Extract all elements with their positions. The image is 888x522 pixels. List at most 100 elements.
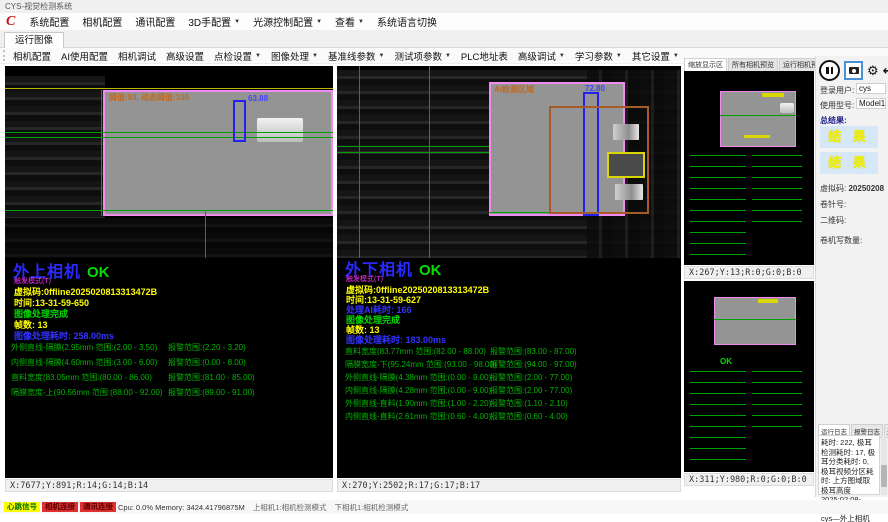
menu-item-system-config[interactable]: 系统配置 (29, 14, 69, 29)
tool-label: 相机配置 (13, 49, 51, 63)
pause-icon (831, 67, 834, 74)
connector-tab (257, 118, 303, 142)
thumb1-coords-bar: X:267;Y:13;R:0;G:0;B:0 (684, 266, 814, 279)
pause-icon (826, 67, 829, 74)
tab-strip: 运行图像 (0, 30, 888, 48)
log-scrollbar[interactable] (881, 435, 887, 495)
tool-advanced-settings[interactable]: 高级设置 (166, 49, 204, 63)
tool-label: PLC地址表 (461, 49, 508, 63)
toolbar-grip (3, 50, 8, 61)
measurement-name: 外侧直线-隔膜(4.38mm 范围:(0.00 - 9.00) (345, 372, 491, 383)
machinery-texture (5, 76, 105, 218)
green-measure-line (429, 66, 430, 258)
tool-other-settings[interactable]: 其它设置▼ (632, 49, 679, 63)
thumb-annotation-lines (752, 155, 802, 225)
login-user-label: 登录用户: (820, 85, 854, 96)
tool-learning-params[interactable]: 学习参数▼ (575, 49, 622, 63)
tool-label: 图像处理 (271, 49, 309, 63)
return-arrow-icon: ↩ (883, 63, 888, 78)
tool-label: 其它设置 (632, 49, 670, 63)
preview-tab-zoom[interactable]: 缩放显示区 (684, 58, 727, 71)
login-user-input[interactable]: cys (856, 83, 886, 94)
thumb-annotation-lines (690, 371, 746, 463)
camera-view-button[interactable] (844, 61, 863, 80)
app-window: CYS-视觉检测系统 C 系统配置 相机配置 通讯配置 3D手配置▼ 光源控制配… (0, 0, 888, 522)
log-scrollbar-thumb[interactable] (881, 465, 887, 487)
preview-thumb-2[interactable]: OK (684, 281, 814, 472)
preview-thumb-1[interactable] (684, 71, 814, 265)
tool-camera-config[interactable]: 相机配置 (13, 49, 51, 63)
tool-plc-address-table[interactable]: PLC地址表 (461, 49, 508, 63)
tool-label: 相机调试 (118, 49, 156, 63)
tab-run-image[interactable]: 运行图像 (4, 32, 64, 48)
tool-ai-usage-config[interactable]: AI使用配置 (61, 49, 108, 63)
measurement-name: 直料宽度(83.77mm 范围:(82.00 - 88.00) (345, 346, 486, 357)
chevron-down-icon: ▼ (673, 53, 679, 59)
pause-button[interactable] (819, 60, 840, 81)
barcode-label: 虚拟码: (820, 184, 846, 193)
tool-baseline-params[interactable]: 基准线参数▼ (328, 49, 384, 63)
measurement-name: 内侧直线-隔膜(4.60mm 范围:(3.00 - 6.00) (11, 357, 157, 368)
reset-button[interactable]: ↩ (883, 63, 888, 78)
green-measure-line (5, 210, 333, 211)
log-text-area[interactable]: 耗时: 222, 极耳检测耗时: 17, 极耳分类耗时: 0, 极耳视频分区耗时… (818, 435, 880, 495)
result-ok-badge: OK (87, 264, 110, 281)
green-measure-line (337, 146, 497, 147)
settings-button[interactable]: ⚙ (867, 63, 879, 78)
chevron-down-icon: ▼ (445, 53, 451, 59)
chevron-down-icon: ▼ (234, 19, 240, 25)
tool-label: 点检设置 (214, 49, 252, 63)
count-label: 卷机写数量: (820, 235, 862, 246)
measurement-name: 外侧直线-隔膜(2.95mm 范围:(2.00 - 3.50) (11, 342, 157, 353)
comm-link-status-badge: 通讯连接 (80, 502, 116, 512)
camera-link-status-badge: 相机连接 (42, 502, 78, 512)
tool-advanced-debug[interactable]: 高级调试▼ (518, 49, 565, 63)
green-measure-line (714, 319, 796, 320)
status-bar: 心跳信号 相机连接 通讯连接 Cpu: 0.0% Memory: 3424.41… (0, 500, 888, 514)
preview-tab-all-cameras[interactable]: 所有相机预览 (728, 58, 778, 71)
tool-camera-debug[interactable]: 相机调试 (118, 49, 156, 63)
thumb-annotation-lines (752, 371, 802, 431)
top-camera-mode-text: 上相机1:相机检测模式 (253, 502, 327, 513)
measurement-name: 内侧直线-直料(2.61mm 范围:(0.60 - 4.00) (345, 411, 491, 422)
menu-item-light-control[interactable]: 光源控制配置▼ (253, 14, 322, 29)
thumb-roi (720, 91, 796, 147)
chevron-down-icon: ▼ (316, 19, 322, 25)
measurement-alarm: 报警范围:(81.00 - 85.00) (168, 372, 255, 383)
green-measure-line (359, 66, 360, 258)
tool-test-params[interactable]: 测试项参数▼ (394, 49, 450, 63)
model-input[interactable]: Model1 (856, 98, 886, 109)
cpu-memory-text: Cpu: 0.0% Memory: 3424.41796875M (118, 503, 245, 512)
menu-item-language-switch[interactable]: 系统语言切换 (377, 14, 437, 29)
menu-label: 光源控制配置 (253, 14, 313, 29)
thumb-roi (714, 297, 796, 345)
bottom-camera-mode-text: 下相机1:相机检测模式 (335, 502, 409, 513)
camera-icon (849, 67, 859, 74)
preview-tab-bar: 缩放显示区 所有相机预览 运行相机预览 (684, 58, 814, 71)
sidebar-button-row: ⚙ ↩ (819, 60, 888, 81)
menu-item-camera-config[interactable]: 相机配置 (82, 14, 122, 29)
menu-label: 通讯配置 (135, 14, 175, 29)
heartbeat-status-badge: 心跳信号 (4, 502, 40, 512)
chevron-down-icon: ▼ (559, 53, 565, 59)
yellow-mark (762, 93, 784, 97)
measurement-alarm: 报警范围:(2.00 - 77.00) (490, 385, 572, 396)
chevron-down-icon: ▼ (378, 53, 384, 59)
menu-item-3d-hand-config[interactable]: 3D手配置▼ (188, 14, 240, 29)
chevron-down-icon: ▼ (358, 19, 364, 25)
tool-label: 测试项参数 (394, 49, 442, 63)
thumb-annotation-lines (690, 155, 746, 259)
middle-camera-panel[interactable]: AI检测区域 72.80 外下相机 OK 触发模式(T) 虚拟码:0ffline… (337, 66, 681, 478)
thumb2-coords-bar: X:311;Y:980;R:0;G:0;B:0 (684, 473, 814, 486)
middle-coords-bar: X:270;Y:2502;R:17;G:17;B:17 (337, 479, 681, 492)
tool-spot-check[interactable]: 点检设置▼ (214, 49, 261, 63)
green-measure-line (5, 137, 333, 138)
left-camera-panel[interactable]: 阈值:93, 动态阈值:100 63.88 外上相机 OK 触发模式(T) 虚拟… (5, 66, 333, 478)
menu-item-view[interactable]: 查看▼ (335, 14, 364, 29)
menu-bar: C 系统配置 相机配置 通讯配置 3D手配置▼ 光源控制配置▼ 查看▼ 系统语言… (0, 13, 888, 30)
connector-tab (780, 103, 794, 113)
tool-image-process[interactable]: 图像处理▼ (271, 49, 318, 63)
measurement-alarm: 报警范围:(94.00 - 97.00) (490, 359, 577, 370)
menu-item-comm-config[interactable]: 通讯配置 (135, 14, 175, 29)
measurement-alarm: 报警范围:(2.00 - 77.00) (490, 372, 572, 383)
